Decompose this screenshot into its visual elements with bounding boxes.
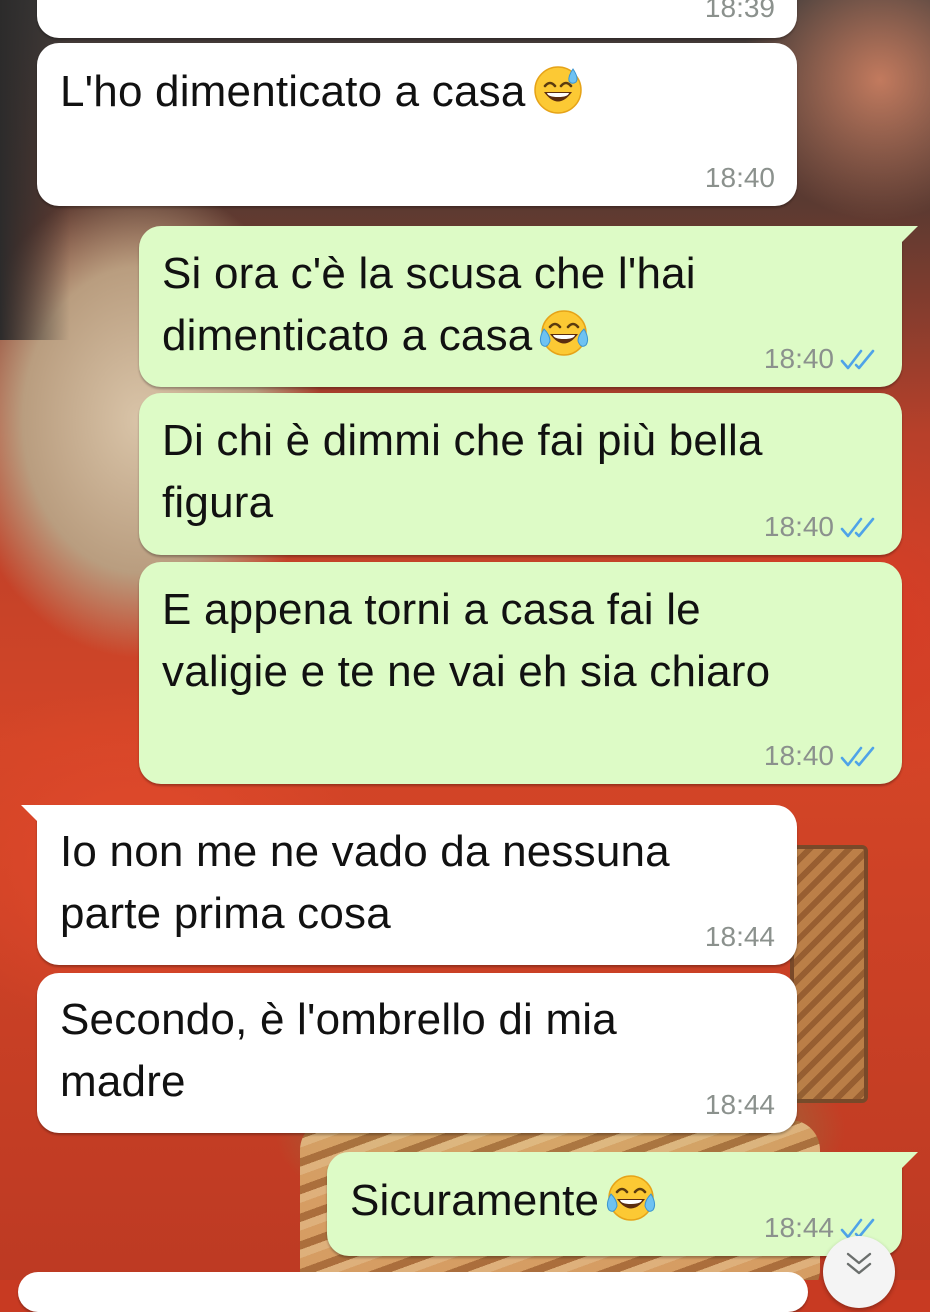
message-content: Io non me ne vado da nessuna parte prima… [60,821,670,945]
message-text: perso [60,0,171,8]
message-text-line: Secondo, è l'ombrello di mia [60,995,617,1044]
tears-of-joy-emoji-icon [538,307,590,359]
message-text-line: Di chi è dimmi che fai più bella [162,416,763,465]
bubble-tail [21,805,43,827]
message-outgoing[interactable]: Di chi è dimmi che fai più bella figura … [139,393,902,555]
message-content: Di chi è dimmi che fai più bella figura [162,410,763,534]
message-time: 18:44 [763,1212,834,1243]
message-time: 18:44 [704,921,775,952]
message-outgoing[interactable]: Si ora c'è la scusa che l'hai dimenticat… [139,226,918,387]
message-text-line: parte prima cosa [60,889,391,938]
scroll-to-bottom-button[interactable] [823,1236,895,1308]
bubble-tail [896,1152,918,1174]
message-text-line: Io non me ne vado da nessuna [60,827,670,876]
message-incoming[interactable]: Secondo, è l'ombrello di mia madre 18:44 [37,973,797,1133]
message-time: 18:40 [704,162,775,193]
message-meta: 18:39 [705,0,775,24]
message-incoming[interactable]: Io non me ne vado da nessuna parte prima… [21,805,797,965]
message-text-line: dimenticato a casa [162,311,533,360]
message-outgoing[interactable]: Sicuramente 18:44 [327,1152,918,1256]
message-time: 18:40 [763,511,834,542]
message-content: L'ho dimenticato a casa [60,61,584,123]
message-incoming[interactable]: perso 18:39 [37,0,797,38]
message-content: E appena torni a casa fai le valigie e t… [162,579,770,703]
message-time: 18:40 [763,740,834,771]
message-incoming-partial[interactable] [18,1272,808,1312]
message-outgoing[interactable]: E appena torni a casa fai le valigie e t… [139,562,902,784]
message-time: 18:40 [763,343,834,374]
message-time: 18:44 [704,1089,775,1120]
message-text-line: E appena torni a casa fai le [162,585,701,634]
bubble-tail [896,226,918,248]
double-chevron-down-icon [846,1252,872,1275]
message-text-line: madre [60,1057,186,1106]
message-text-line: valigie e te ne vai eh sia chiaro [162,647,771,696]
read-ticks-icon [840,743,880,769]
message-meta: 18:40 [764,343,880,375]
read-ticks-icon [840,346,880,372]
message-content: Sicuramente [350,1170,657,1232]
message-text-line: figura [162,478,274,527]
message-meta: 18:40 [764,511,880,543]
message-text: Sicuramente [350,1176,600,1225]
message-text-line: Si ora c'è la scusa che l'hai [162,249,696,298]
message-text: L'ho dimenticato a casa [60,67,526,116]
wallpaper-tray [790,845,868,1103]
message-meta: 18:44 [705,1089,775,1121]
message-meta: 18:40 [764,740,880,772]
message-meta: 18:40 [705,162,775,194]
message-content: Secondo, è l'ombrello di mia madre [60,989,617,1113]
message-incoming[interactable]: L'ho dimenticato a casa 18:40 [37,43,797,206]
read-ticks-icon [840,514,880,540]
tears-of-joy-emoji-icon [605,1172,657,1224]
message-content: Si ora c'è la scusa che l'hai dimenticat… [162,243,696,367]
message-meta: 18:44 [705,921,775,953]
message-time: 18:39 [704,0,775,23]
grinning-sweat-emoji-icon [532,63,584,115]
